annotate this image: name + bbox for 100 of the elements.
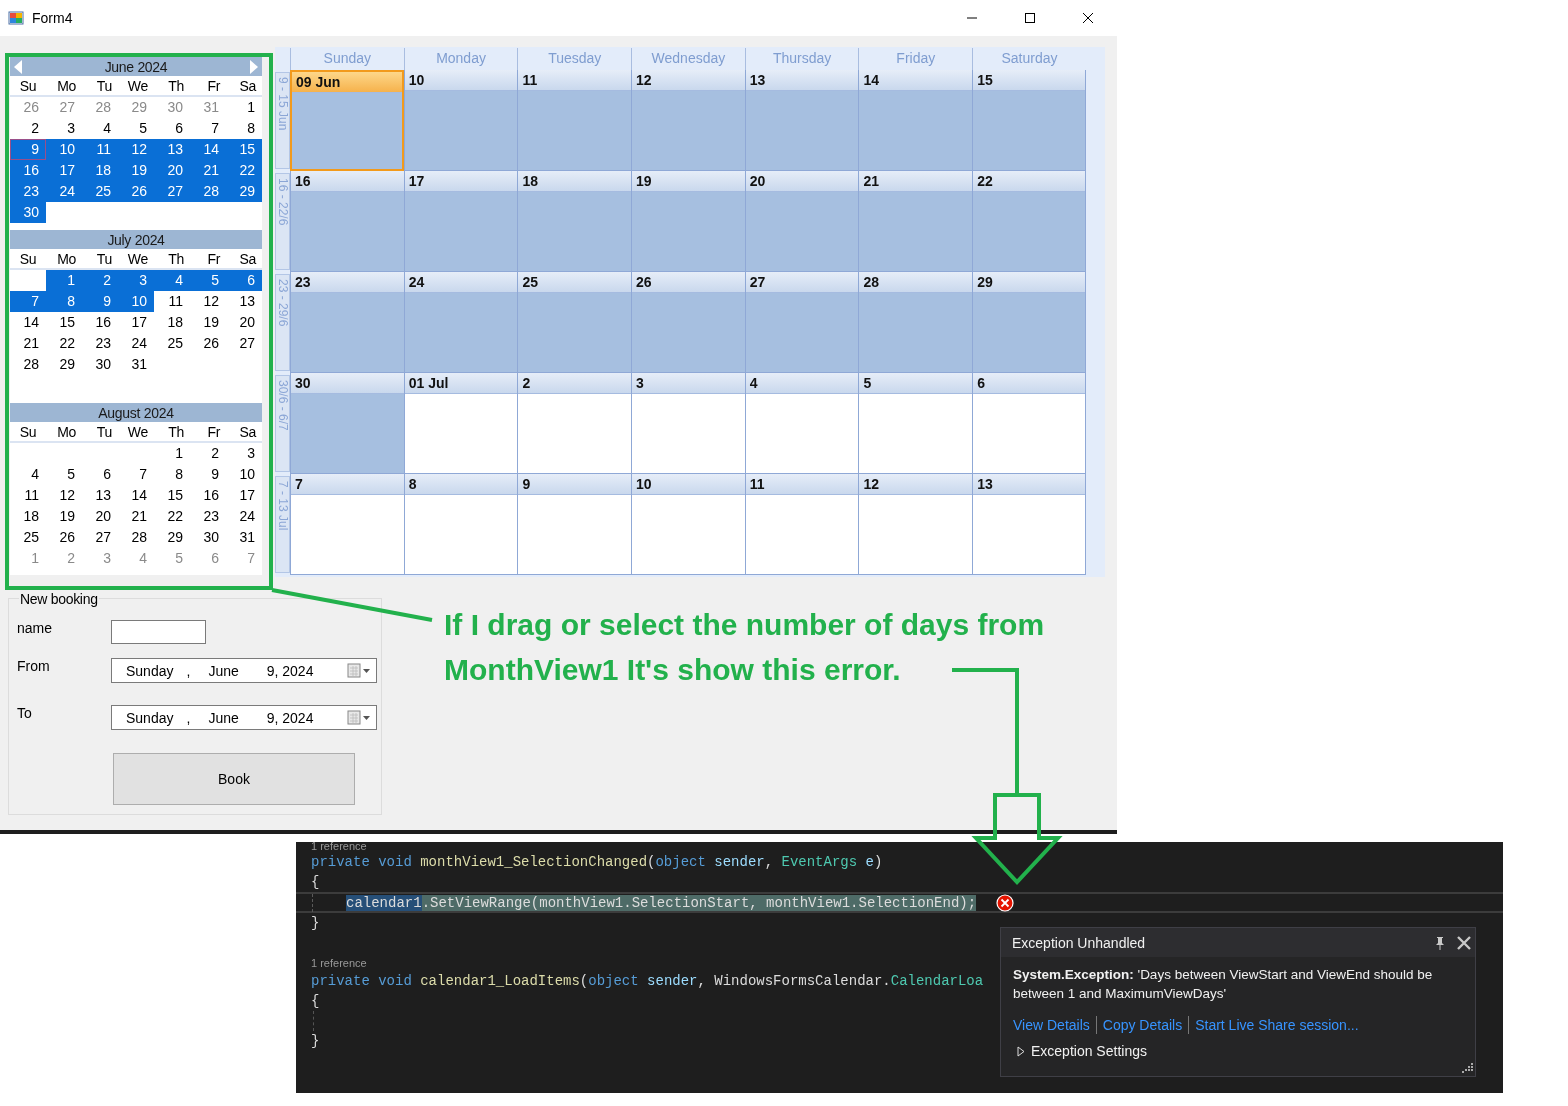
day-cell[interactable]: 5 [154,548,190,569]
day-cell[interactable]: 25 [154,333,190,354]
day-cell[interactable]: 12 [118,139,154,160]
day-cell[interactable]: 10 [226,464,262,485]
reference-count[interactable]: 1 reference [311,842,367,852]
day-cell[interactable]: 21 [10,333,46,354]
day-cell[interactable]: 24 [226,506,262,527]
day-cell[interactable]: 24 [46,181,82,202]
day-cell[interactable]: 25 [10,527,46,548]
day-cell[interactable]: 10 [631,474,745,575]
day-cell[interactable]: 25 [517,272,632,373]
date-picker[interactable]: Sunday , June 9, 2024 [111,658,377,683]
day-cell[interactable]: 9 [10,139,46,160]
day-cell[interactable]: 3 [82,548,118,569]
day-cell[interactable]: 3 [631,373,745,474]
day-cell[interactable]: 20 [744,171,859,272]
day-cell[interactable]: 26 [118,181,154,202]
day-cell[interactable]: 28 [10,354,46,375]
day-cell[interactable]: 30 [190,527,226,548]
day-cell[interactable]: 29 [972,272,1086,373]
day-cell[interactable]: 28 [858,272,973,373]
day-cell[interactable]: 13 [154,139,190,160]
day-cell[interactable]: 6 [154,118,190,139]
day-cell[interactable]: 12 [190,291,226,312]
day-cell[interactable]: 5 [858,373,973,474]
day-cell[interactable]: 28 [118,527,154,548]
day-cell[interactable]: 16 [82,312,118,333]
day-cell[interactable]: 19 [118,160,154,181]
day-cell[interactable]: 1 [154,443,190,464]
day-cell[interactable]: 18 [82,160,118,181]
day-cell[interactable]: 22 [154,506,190,527]
resize-grip-icon[interactable] [1461,1061,1473,1073]
calendar-dropdown-icon[interactable] [347,709,371,726]
day-cell[interactable]: 21 [858,171,973,272]
day-cell[interactable]: 14 [190,139,226,160]
day-cell[interactable]: 25 [82,181,118,202]
day-cell[interactable]: 2 [10,118,46,139]
day-cell[interactable]: 28 [190,181,226,202]
day-cell[interactable]: 4 [10,464,46,485]
exception-settings-link[interactable]: Exception Settings [1031,1043,1147,1059]
day-cell[interactable]: 10 [118,291,154,312]
day-cell[interactable]: 7 [118,464,154,485]
day-cell[interactable]: 15 [972,70,1086,171]
day-cell[interactable]: 30 [154,97,190,118]
day-cell[interactable]: 5 [190,270,226,291]
day-cell[interactable]: 14 [118,485,154,506]
day-cell[interactable]: 28 [82,97,118,118]
calendar-dropdown-icon[interactable] [347,662,371,679]
day-cell[interactable]: 5 [46,464,82,485]
day-cell[interactable]: 11 [517,70,632,171]
name-input[interactable] [111,620,206,644]
day-cell[interactable]: 27 [82,527,118,548]
day-cell[interactable]: 31 [118,354,154,375]
day-cell[interactable]: 20 [226,312,262,333]
day-cell[interactable]: 6 [972,373,1086,474]
day-cell[interactable]: 31 [226,527,262,548]
day-cell[interactable]: 29 [226,181,262,202]
day-cell[interactable]: 7 [290,474,404,575]
day-cell[interactable]: 7 [190,118,226,139]
day-cell[interactable]: 8 [46,291,82,312]
book-button[interactable]: Book [113,753,355,805]
day-cell[interactable]: 6 [82,464,118,485]
day-cell[interactable]: 23 [82,333,118,354]
day-cell[interactable]: 21 [190,160,226,181]
day-cell[interactable]: 8 [154,464,190,485]
day-cell[interactable]: 16 [290,171,404,272]
day-cell[interactable]: 19 [46,506,82,527]
day-cell[interactable]: 9 [517,474,632,575]
day-cell[interactable]: 17 [46,160,82,181]
day-cell[interactable]: 22 [226,160,262,181]
day-cell[interactable]: 9 [190,464,226,485]
day-cell[interactable]: 29 [118,97,154,118]
day-cell[interactable]: 11 [10,485,46,506]
day-cell[interactable]: 4 [118,548,154,569]
day-cell[interactable]: 29 [154,527,190,548]
reference-count[interactable]: 1 reference [311,955,367,971]
day-cell[interactable]: 7 [10,291,46,312]
day-cell[interactable]: 23 [10,181,46,202]
day-cell[interactable]: 11 [744,474,859,575]
day-cell[interactable]: 4 [82,118,118,139]
day-cell[interactable]: 4 [744,373,859,474]
day-cell[interactable]: 26 [10,97,46,118]
day-cell[interactable]: 24 [403,272,518,373]
day-cell[interactable]: 27 [226,333,262,354]
day-cell[interactable]: 17 [226,485,262,506]
day-cell[interactable]: 13 [226,291,262,312]
day-cell[interactable]: 15 [46,312,82,333]
day-cell[interactable]: 2 [517,373,632,474]
pin-icon[interactable] [1435,935,1445,950]
day-cell[interactable]: 17 [118,312,154,333]
date-picker[interactable]: Sunday , June 9, 2024 [111,705,377,730]
day-cell[interactable]: 17 [403,171,518,272]
day-cell[interactable]: 19 [631,171,745,272]
day-cell[interactable]: 13 [82,485,118,506]
day-cell[interactable]: 18 [10,506,46,527]
day-cell[interactable]: 23 [190,506,226,527]
day-cell[interactable]: 15 [154,485,190,506]
day-cell[interactable]: 27 [154,181,190,202]
day-cell[interactable]: 6 [226,270,262,291]
day-cell[interactable]: 6 [190,548,226,569]
